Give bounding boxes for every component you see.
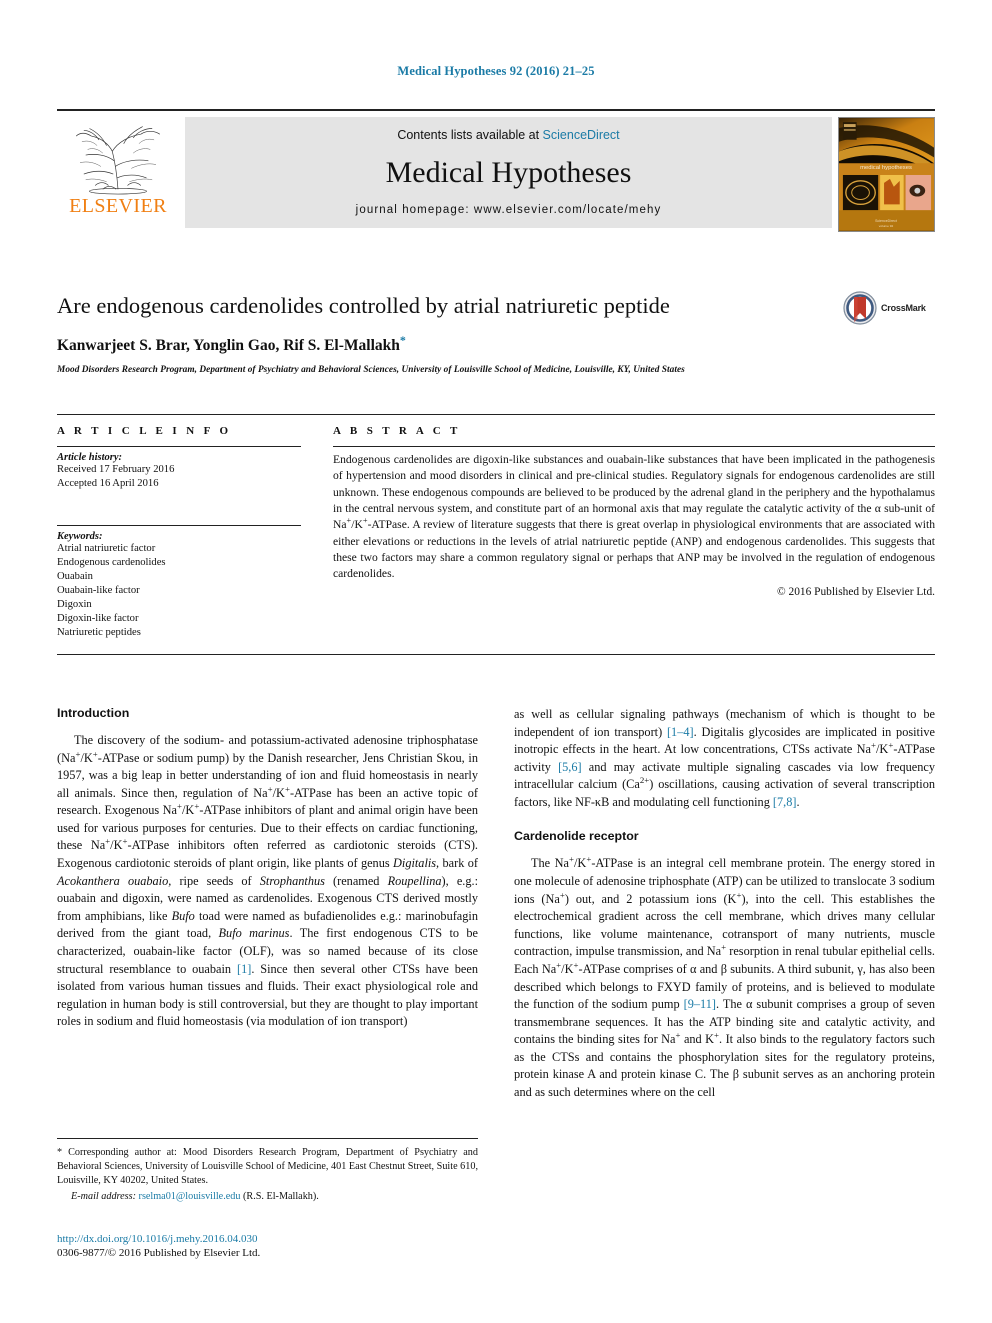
keyword-item: Endogenous cardenolides <box>57 556 166 568</box>
journal-masthead: ELSEVIER Contents lists available at Sci… <box>57 109 935 232</box>
abstract-text: Endogenous cardenolides are digoxin-like… <box>333 453 935 581</box>
text-run-italic: Roupellina <box>387 873 442 888</box>
footnote-email-line: E-mail address: rselma01@louisville.edu … <box>57 1191 478 1202</box>
article-info-rule <box>57 446 301 447</box>
keywords-label: Keywords: <box>57 530 103 542</box>
cardenolide-receptor-paragraph: The Na+/K+-ATPase is an integral cell me… <box>514 854 936 1099</box>
journal-homepage-url[interactable]: journal homepage: www.elsevier.com/locat… <box>356 204 662 216</box>
crossmark-icon <box>843 291 877 325</box>
right-column: as well as cellular signaling pathways (… <box>514 706 935 1102</box>
text-run: bark of <box>442 856 478 871</box>
article-history-label: Article history: <box>57 452 123 463</box>
page-title: Are endogenous cardenolides controlled b… <box>57 293 670 318</box>
sciencedirect-link[interactable]: ScienceDirect <box>543 128 620 142</box>
email-label: E-mail address: <box>71 1191 136 1203</box>
issn-copyright-line: 0306-9877/© 2016 Published by Elsevier L… <box>57 1247 261 1260</box>
svg-text:medical hypotheses: medical hypotheses <box>860 165 912 171</box>
paper-page: Medical Hypotheses 92 (2016) 21–25 ELSEV… <box>0 0 992 1323</box>
section-heading-introduction: Introduction <box>57 706 130 720</box>
doi-block: http://dx.doi.org/10.1016/j.mehy.2016.04… <box>57 1232 487 1261</box>
text-run: ) out, and 2 potassium ions (K <box>564 891 737 906</box>
text-run: . <box>796 794 800 809</box>
body-columns: Introduction The discovery of the sodium… <box>57 706 935 1102</box>
elsevier-wordmark: ELSEVIER <box>69 195 167 217</box>
left-column: Introduction The discovery of the sodium… <box>57 706 478 1102</box>
text-run-italic: Bufo <box>171 908 199 923</box>
keyword-item: Digoxin-like factor <box>57 612 139 624</box>
citation-link[interactable]: [5,6] <box>558 760 582 774</box>
contents-available-line: Contents lists available at ScienceDirec… <box>397 128 619 142</box>
corresponding-author-footnote: * Corresponding author at: Mood Disorder… <box>57 1138 478 1202</box>
running-head: Medical Hypotheses 92 (2016) 21–25 <box>397 64 595 78</box>
footnote-text: * Corresponding author at: Mood Disorder… <box>57 1146 478 1187</box>
text-run-italic: Bufo marinus <box>218 926 290 941</box>
corresponding-author-marker: * <box>399 333 406 347</box>
journal-title: Medical Hypotheses <box>385 156 632 189</box>
crossmark-label: CrossMark <box>881 303 926 313</box>
article-history-received: Received 17 February 2016 <box>57 464 175 475</box>
article-info-column: A R T I C L E I N F O Article history: R… <box>57 425 315 640</box>
footnote-body: Corresponding author at: Mood Disorders … <box>57 1147 478 1186</box>
svg-text:volume 92: volume 92 <box>879 224 894 228</box>
email-link[interactable]: rselma01@louisville.edu <box>139 1191 241 1202</box>
sup-plus: + <box>267 783 273 794</box>
text-run-italic: Strophanthus <box>259 873 334 888</box>
citation-link[interactable]: [1] <box>237 962 251 976</box>
masthead-center: Contents lists available at ScienceDirec… <box>185 117 832 228</box>
citation-link[interactable]: [1–4] <box>667 725 694 739</box>
text-run: (renamed <box>333 873 388 888</box>
section-heading-cardenolide-receptor: Cardenolide receptor <box>514 829 639 844</box>
citation-link[interactable]: [9–11] <box>684 997 716 1011</box>
sup-plus: + <box>177 801 183 812</box>
info-abstract-band: A R T I C L E I N F O Article history: R… <box>57 414 935 655</box>
author-list: Kanwarjeet S. Brar, Yonglin Gao, Rif S. … <box>57 333 935 355</box>
abstract-part-2: -ATPase. A review of literature suggests… <box>333 518 935 581</box>
article-history-accepted: Accepted 16 April 2016 <box>57 477 159 489</box>
abstract-rule <box>333 446 935 447</box>
authors-names: Kanwarjeet S. Brar, Yonglin Gao, Rif S. … <box>57 337 400 355</box>
keyword-item: Ouabain-like factor <box>57 584 140 596</box>
article-info-heading: A R T I C L E I N F O <box>57 425 232 437</box>
keyword-item: Atrial natriuretic factor <box>57 542 156 554</box>
doi-link[interactable]: http://dx.doi.org/10.1016/j.mehy.2016.04… <box>57 1232 487 1246</box>
text-run-italic: Digitalis, <box>393 856 443 871</box>
cover-art: cover medical hypotheses ScienceDirect v… <box>839 118 934 231</box>
citation-link[interactable]: [7,8] <box>773 795 797 809</box>
sup-plus: + <box>871 740 877 751</box>
svg-text:ScienceDirect: ScienceDirect <box>875 219 897 223</box>
keyword-item: Digoxin <box>57 598 92 610</box>
intro-paragraph: The discovery of the sodium- and potassi… <box>57 733 478 1029</box>
crossmark-badge[interactable]: CrossMark <box>843 288 935 328</box>
text-run: ripe seeds of <box>179 873 260 888</box>
keyword-item: Natriuretic peptides <box>57 626 141 638</box>
sup-plus: + <box>569 854 574 865</box>
abstract-copyright: © 2016 Published by Elsevier Ltd. <box>777 585 935 598</box>
sup-charge: 2+ <box>639 775 650 786</box>
affiliation: Mood Disorders Research Program, Departm… <box>57 365 685 376</box>
contents-prefix: Contents lists available at <box>397 128 543 142</box>
elsevier-logo: ELSEVIER <box>57 117 179 230</box>
email-owner: (R.S. El-Mallakh). <box>243 1191 319 1203</box>
sup-plus: + <box>75 748 81 759</box>
text-run: and K <box>680 1032 715 1047</box>
sup-plus: + <box>556 959 562 970</box>
abstract-heading: A B S T R A C T <box>333 425 461 437</box>
keywords-rule <box>57 524 301 526</box>
text-run: The Na <box>531 856 569 871</box>
title-block: Are endogenous cardenolides controlled b… <box>57 291 935 376</box>
sup-plus: + <box>105 836 111 847</box>
elsevier-tree-icon <box>75 126 160 195</box>
keyword-item: Ouabain <box>57 570 93 582</box>
journal-cover-thumbnail: cover medical hypotheses ScienceDirect v… <box>838 117 935 232</box>
text-run-italic: Acokanthera ouabaio, <box>57 873 180 888</box>
intro-continued-paragraph: as well as cellular signaling pathways (… <box>514 707 936 809</box>
sup-plus: + <box>346 516 352 526</box>
abstract-column: A B S T R A C T Endogenous cardenolides … <box>315 425 935 640</box>
